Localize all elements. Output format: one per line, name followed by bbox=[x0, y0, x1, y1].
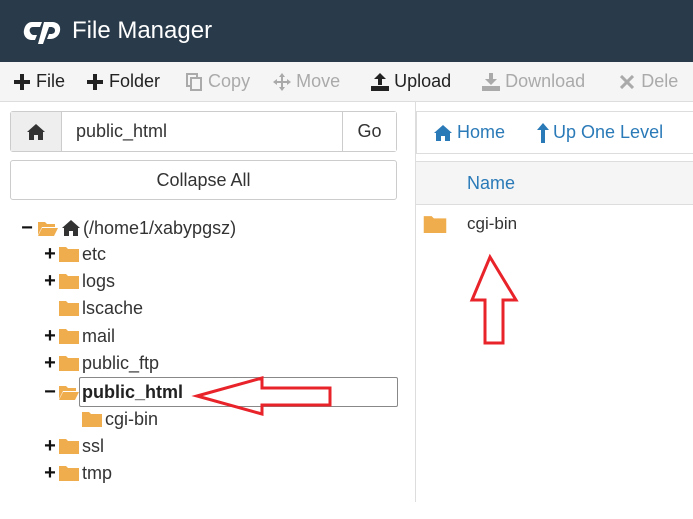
right-nav-bar: Home Up One Level bbox=[416, 111, 693, 154]
expand-toggle-icon[interactable]: + bbox=[43, 326, 57, 346]
folder-icon bbox=[82, 412, 102, 427]
expand-toggle-icon[interactable]: + bbox=[43, 436, 57, 456]
home-icon bbox=[433, 124, 453, 142]
folder-icon bbox=[59, 466, 79, 481]
collapse-toggle-icon[interactable]: − bbox=[20, 218, 34, 238]
app-header: File Manager bbox=[0, 0, 693, 62]
tree-root[interactable]: − (/home1/xabypgsz) bbox=[20, 215, 236, 241]
folder-icon bbox=[59, 274, 79, 289]
folder-icon bbox=[59, 439, 79, 454]
move-button[interactable]: Move bbox=[262, 62, 352, 101]
tree-item-label: lscache bbox=[82, 297, 144, 318]
expand-toggle-icon[interactable]: + bbox=[43, 353, 57, 373]
folder-open-icon bbox=[59, 386, 79, 400]
delete-label: Dele bbox=[641, 71, 679, 91]
new-file-label: File bbox=[36, 71, 66, 91]
folder-open-icon bbox=[38, 222, 58, 236]
tree-item-tmp[interactable]: + tmp bbox=[43, 460, 112, 486]
tree-item-label: public_html bbox=[82, 381, 184, 402]
tree-root-label: (/home1/xabypgsz) bbox=[83, 217, 237, 238]
collapse-toggle-icon[interactable]: − bbox=[43, 382, 57, 402]
app-title: File Manager bbox=[72, 17, 213, 44]
delete-button[interactable]: Dele bbox=[597, 62, 690, 101]
copy-label: Copy bbox=[208, 71, 251, 91]
tree-item-label: ssl bbox=[82, 435, 104, 456]
upload-label: Upload bbox=[394, 71, 452, 91]
copy-icon bbox=[184, 72, 204, 92]
home-icon bbox=[62, 220, 80, 236]
folder-icon bbox=[59, 356, 79, 371]
file-list-header: Name bbox=[416, 161, 693, 205]
plus-icon bbox=[85, 72, 105, 92]
collapse-all-button[interactable]: Collapse All bbox=[10, 160, 397, 200]
tree-item-public-ftp[interactable]: + public_ftp bbox=[43, 350, 159, 376]
close-icon bbox=[617, 72, 637, 92]
path-input[interactable] bbox=[62, 112, 342, 151]
expand-toggle-icon[interactable]: + bbox=[43, 271, 57, 291]
tree-item-logs[interactable]: + logs bbox=[43, 268, 115, 294]
folder-icon bbox=[423, 216, 447, 233]
expand-toggle-icon[interactable]: + bbox=[43, 463, 57, 483]
tree-item-lscache[interactable]: lscache bbox=[59, 295, 143, 321]
file-row-cgi-bin[interactable]: cgi-bin bbox=[416, 206, 693, 242]
go-button[interactable]: Go bbox=[342, 112, 396, 151]
upload-button[interactable]: Upload bbox=[352, 62, 463, 101]
path-home-button[interactable] bbox=[11, 112, 62, 151]
home-link[interactable]: Home bbox=[433, 122, 505, 143]
tree-item-ssl[interactable]: + ssl bbox=[43, 433, 104, 459]
tree-item-label: etc bbox=[82, 243, 107, 264]
tree-item-etc[interactable]: + etc bbox=[43, 241, 106, 267]
file-row-name: cgi-bin bbox=[467, 214, 518, 233]
tree-item-cgi-bin[interactable]: cgi-bin bbox=[82, 406, 158, 432]
up-one-level-link[interactable]: Up One Level bbox=[537, 122, 663, 143]
folder-icon bbox=[59, 329, 79, 344]
tree-item-label: logs bbox=[82, 270, 116, 291]
new-file-button[interactable]: File bbox=[0, 62, 77, 101]
home-icon bbox=[27, 123, 45, 140]
tree-item-label: public_ftp bbox=[82, 352, 160, 373]
new-folder-button[interactable]: Folder bbox=[77, 62, 172, 101]
upload-icon bbox=[370, 72, 390, 92]
tree-item-mail[interactable]: + mail bbox=[43, 323, 115, 349]
tree-item-label: cgi-bin bbox=[105, 408, 159, 429]
up-one-level-label: Up One Level bbox=[553, 122, 664, 142]
move-arrows-icon bbox=[272, 72, 292, 92]
plus-icon bbox=[12, 72, 32, 92]
toolbar: File Folder Copy Move Upload Download De… bbox=[0, 62, 693, 102]
name-column-header[interactable]: Name bbox=[467, 173, 515, 194]
folder-icon bbox=[59, 301, 79, 316]
tree-item-label: mail bbox=[82, 325, 116, 346]
up-pointing-arrow bbox=[469, 253, 519, 345]
expand-toggle-icon[interactable]: + bbox=[43, 244, 57, 264]
level-up-icon bbox=[537, 122, 550, 143]
download-button[interactable]: Download bbox=[463, 62, 597, 101]
folder-icon bbox=[59, 247, 79, 262]
cpanel-logo-icon bbox=[23, 22, 61, 44]
download-icon bbox=[481, 72, 501, 92]
new-folder-label: Folder bbox=[109, 71, 161, 91]
path-bar: Go bbox=[10, 111, 397, 152]
copy-button[interactable]: Copy bbox=[172, 62, 262, 101]
tree-item-public-html[interactable]: − public_html bbox=[43, 379, 183, 405]
download-label: Download bbox=[505, 71, 586, 91]
tree-item-label: tmp bbox=[82, 462, 113, 483]
home-link-label: Home bbox=[457, 122, 506, 142]
move-label: Move bbox=[296, 71, 341, 91]
